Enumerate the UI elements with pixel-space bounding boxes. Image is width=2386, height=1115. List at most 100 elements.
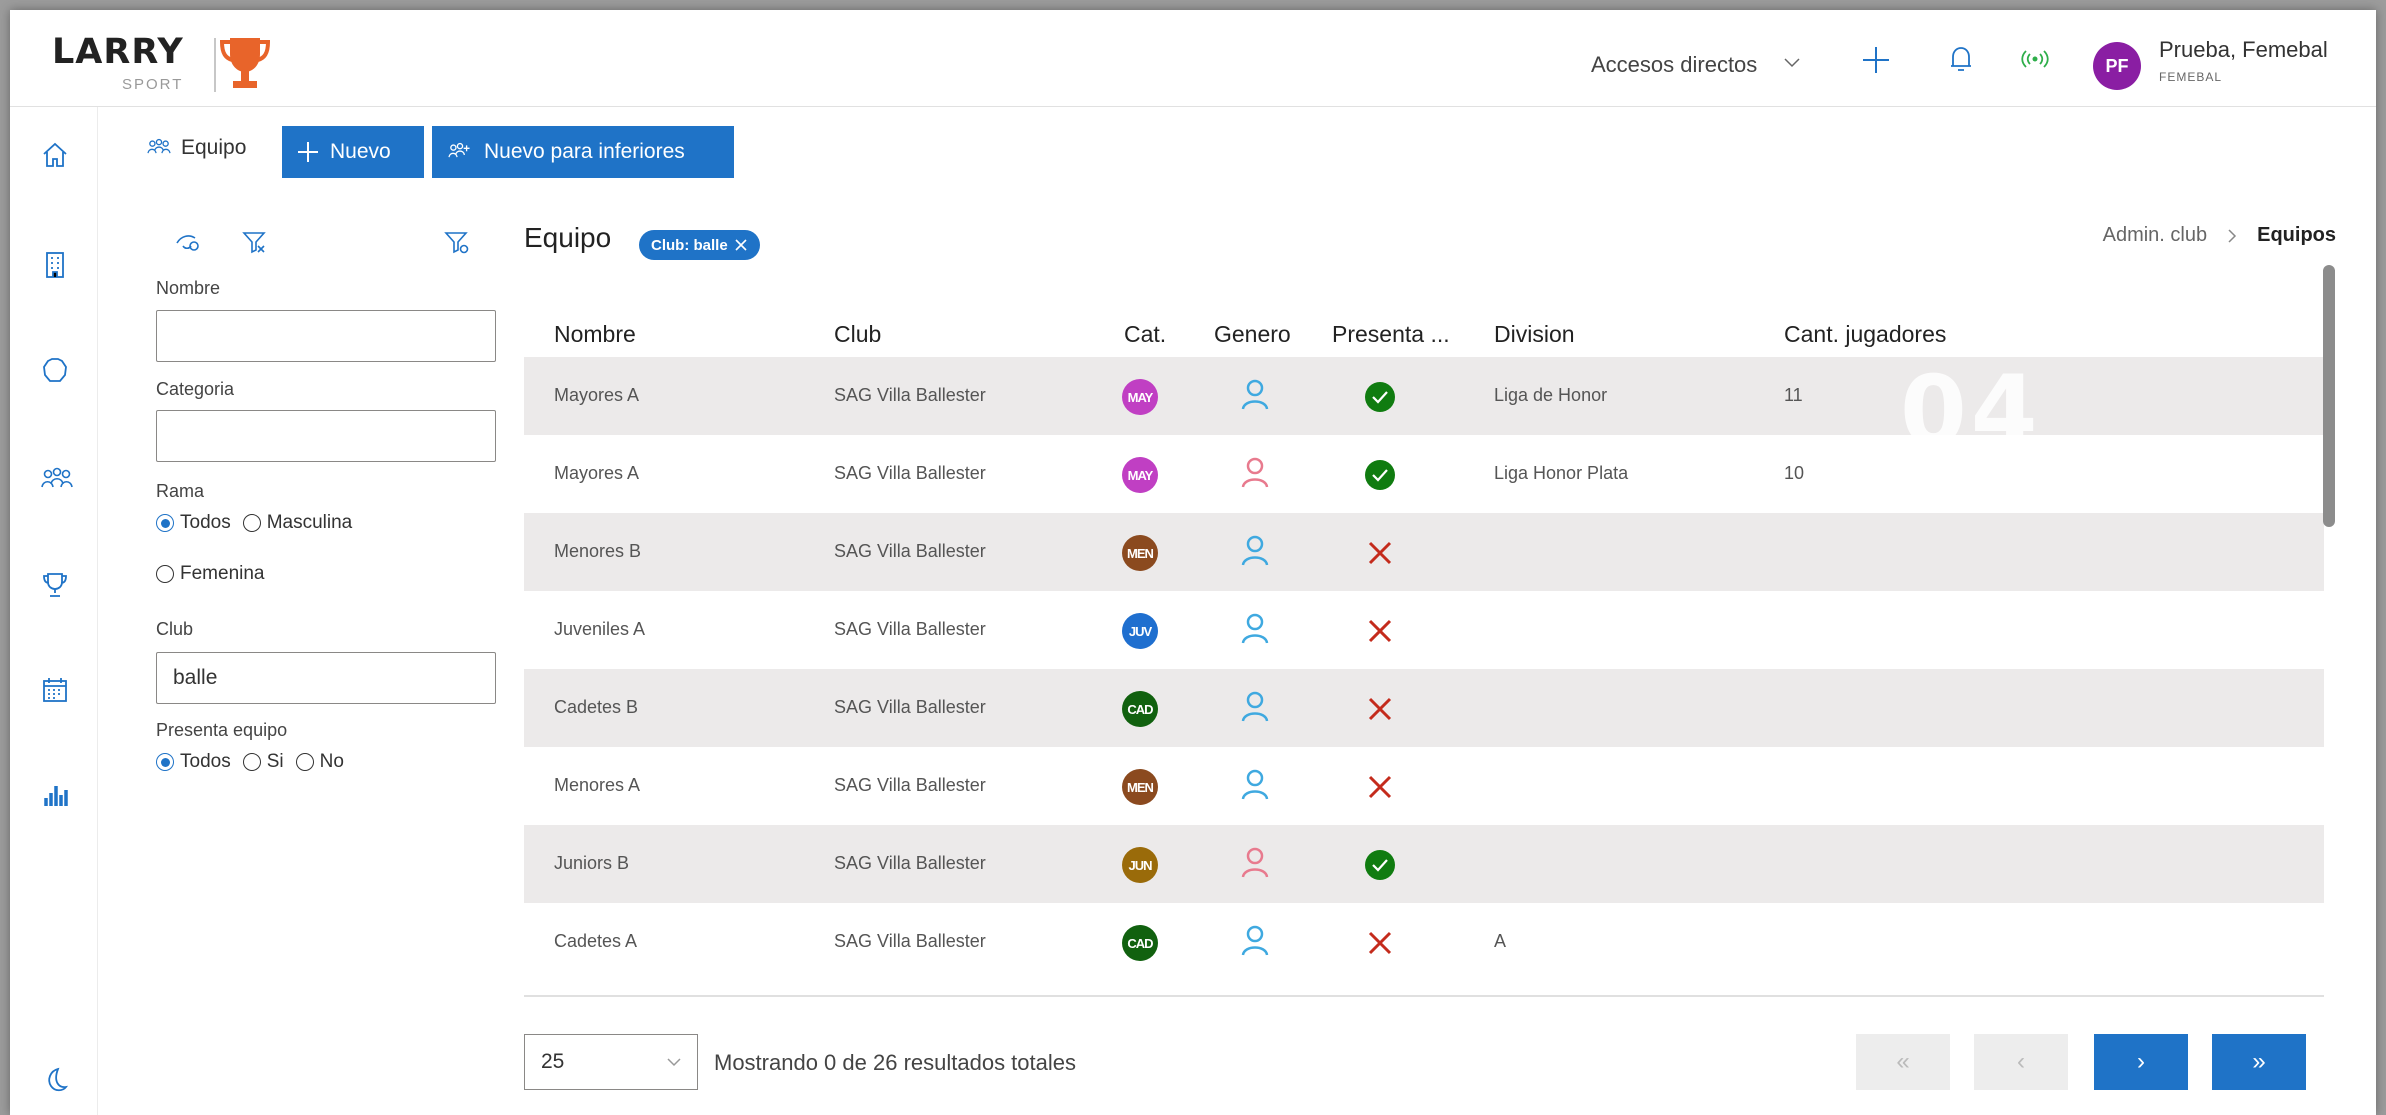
- category-badge: CAD: [1122, 691, 1158, 727]
- presenta-radio-todos[interactable]: [156, 753, 174, 771]
- cell-nombre: Menores A: [554, 775, 641, 795]
- bell-icon[interactable]: [1948, 44, 1974, 79]
- rama-radio-group-1: Todos Masculina: [156, 512, 352, 534]
- table-divider: [524, 995, 2324, 997]
- cell-nombre: Menores B: [554, 541, 642, 561]
- presenta-radio-no[interactable]: [295, 753, 314, 771]
- app-window: LARRY SPORT Accesos directos PF Prueba, …: [10, 10, 2376, 1115]
- col-presenta[interactable]: Presenta ...: [1332, 321, 1450, 348]
- col-genero[interactable]: Genero: [1214, 321, 1291, 348]
- cell-club: SAG Villa Ballester: [834, 619, 986, 639]
- table-row[interactable]: Juniors B SAG Villa Ballester JUN: [524, 825, 2324, 903]
- breadcrumb-admin-club[interactable]: Admin. club: [2103, 224, 2208, 247]
- cell-club: SAG Villa Ballester: [834, 697, 986, 717]
- cross-icon: [1362, 691, 1398, 727]
- male-person-icon: [1237, 689, 1273, 725]
- cell-cant: 10: [1784, 463, 1805, 483]
- filter-settings-icon[interactable]: [444, 230, 470, 261]
- table-row[interactable]: Mayores A SAG Villa Ballester MAY Liga de H…: [524, 357, 2324, 435]
- table-row[interactable]: Menores A SAG Villa Ballester MEN: [524, 747, 2324, 825]
- cross-icon: [1362, 925, 1398, 961]
- rama-option-femenina[interactable]: Femenina: [180, 563, 265, 585]
- rama-radio-group-2: Femenina: [156, 563, 265, 585]
- presenta-radio-si[interactable]: [242, 753, 261, 771]
- category-badge: MEN: [1122, 769, 1158, 805]
- signal-icon[interactable]: [2020, 44, 2050, 79]
- table-row[interactable]: Mayores A SAG Villa Ballester MAY Liga Hono…: [524, 435, 2324, 513]
- col-cant-jugadores[interactable]: Cant. jugadores: [1784, 321, 1946, 348]
- trophy-icon[interactable]: [40, 570, 70, 600]
- new-lower-button[interactable]: Nuevo para inferiores: [432, 126, 734, 178]
- check-circle-icon: [1362, 847, 1398, 883]
- moon-icon[interactable]: [40, 1065, 70, 1095]
- col-division[interactable]: Division: [1494, 321, 1575, 348]
- cell-nombre: Mayores A: [554, 463, 640, 483]
- presenta-option-todos[interactable]: Todos: [180, 751, 231, 773]
- cell-division: Liga Honor Plata: [1494, 463, 1629, 483]
- prev-page-button[interactable]: ‹: [1974, 1034, 2068, 1090]
- filter-chip-label: Club: balle: [651, 236, 728, 254]
- cell-nombre: Juniors B: [554, 853, 630, 873]
- col-club[interactable]: Club: [834, 321, 881, 348]
- chevron-right-icon: [2228, 228, 2237, 243]
- presenta-option-no[interactable]: No: [320, 751, 344, 773]
- col-cat[interactable]: Cat.: [1124, 321, 1166, 348]
- building-icon[interactable]: [40, 250, 70, 280]
- ball-icon[interactable]: [40, 355, 70, 385]
- clear-filter-icon[interactable]: [242, 230, 268, 261]
- cell-club: SAG Villa Ballester: [834, 853, 986, 873]
- category-badge: CAD: [1122, 925, 1158, 961]
- scrollbar[interactable]: [2323, 265, 2335, 527]
- logo-divider: [214, 38, 216, 92]
- rama-label: Rama: [156, 481, 205, 501]
- user-org: FEMEBAL: [2159, 70, 2223, 84]
- cell-club: SAG Villa Ballester: [834, 385, 986, 405]
- team-icon[interactable]: [40, 465, 73, 495]
- category-badge: JUV: [1122, 613, 1158, 649]
- presenta-option-si[interactable]: Si: [267, 751, 284, 773]
- command-title-label: Equipo: [181, 136, 247, 159]
- avatar[interactable]: PF: [2093, 42, 2141, 90]
- col-nombre[interactable]: Nombre: [554, 321, 636, 348]
- category-badge: JUN: [1122, 847, 1158, 883]
- last-page-button[interactable]: »: [2212, 1034, 2306, 1090]
- table-row[interactable]: Menores B SAG Villa Ballester MEN: [524, 513, 2324, 591]
- home-icon[interactable]: [40, 140, 70, 170]
- calendar-icon[interactable]: [40, 675, 70, 705]
- filter-chip[interactable]: Club: balle: [639, 230, 760, 260]
- add-icon[interactable]: [1860, 44, 1892, 81]
- command-title[interactable]: Equipo: [145, 136, 246, 160]
- new-button[interactable]: Nuevo: [282, 126, 424, 178]
- table-row[interactable]: Cadetes A SAG Villa Ballester CAD A: [524, 903, 2324, 981]
- first-page-button[interactable]: «: [1856, 1034, 1950, 1090]
- rama-option-todos[interactable]: Todos: [180, 512, 231, 534]
- female-person-icon: [1237, 455, 1273, 491]
- cross-icon: [1362, 535, 1398, 571]
- table-row[interactable]: Cadetes B SAG Villa Ballester CAD: [524, 669, 2324, 747]
- view-icon[interactable]: [175, 232, 203, 259]
- next-page-button[interactable]: ›: [2094, 1034, 2188, 1090]
- page-size-select[interactable]: 25: [524, 1034, 698, 1090]
- cell-division: Liga de Honor: [1494, 385, 1608, 405]
- rama-radio-femenina[interactable]: [156, 565, 174, 583]
- shortcuts-dropdown[interactable]: Accesos directos: [1591, 52, 1757, 78]
- watermark: 04: [1900, 355, 2042, 467]
- chart-icon[interactable]: [40, 780, 70, 810]
- nombre-input[interactable]: [156, 310, 496, 362]
- logo[interactable]: LARRY SPORT: [52, 32, 272, 102]
- cross-icon: [1362, 769, 1398, 805]
- logo-subtext: SPORT: [122, 76, 184, 93]
- nombre-label: Nombre: [156, 278, 221, 298]
- female-person-icon: [1237, 845, 1273, 881]
- cell-club: SAG Villa Ballester: [834, 463, 986, 483]
- chevron-down-icon[interactable]: [1782, 52, 1802, 77]
- club-input[interactable]: balle: [156, 652, 496, 704]
- table-row[interactable]: Juveniles A SAG Villa Ballester JUV: [524, 591, 2324, 669]
- close-icon[interactable]: [734, 238, 748, 252]
- cell-nombre: Juveniles A: [554, 619, 646, 639]
- rama-radio-todos[interactable]: [156, 514, 174, 532]
- rama-option-masculina[interactable]: Masculina: [267, 512, 353, 534]
- user-name[interactable]: Prueba, Femebal: [2159, 37, 2328, 63]
- rama-radio-masculina[interactable]: [242, 514, 261, 532]
- categoria-input[interactable]: [156, 410, 496, 462]
